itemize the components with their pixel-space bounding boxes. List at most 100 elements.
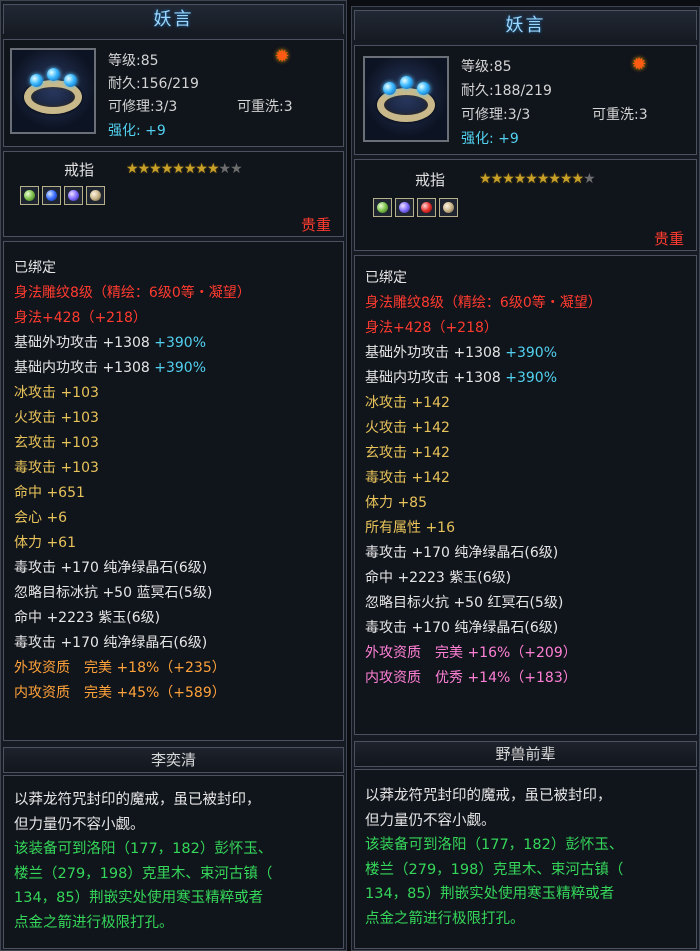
stat-line: 已绑定 (14, 260, 56, 276)
durability-label: 耐久:156/219 (108, 76, 199, 92)
stat-line: 基础外功攻击 +1308 +390% (14, 331, 337, 356)
star-empty-icon: ★ (218, 161, 232, 177)
stat-line: 身法+428（+218） (365, 320, 498, 336)
description-line: 该装备可到洛阳（177，182）彭怀玉、 (365, 837, 624, 853)
star-filled-icon: ★ (160, 161, 174, 177)
item-tooltip-right: 妖言 等级:85 耐久:188/219 可修理:3/3 可重洗:3 强化: +9… (351, 6, 700, 951)
star-rating: ★★★★★★★★★★ (126, 161, 243, 177)
violet-gem-socket-icon[interactable] (395, 198, 414, 217)
enhance-label: 强化: (108, 123, 141, 139)
stat-line: 身法雕纹8级（精绘：6级0等・凝望） (365, 295, 602, 311)
stat-line: 忽略目标火抗 +50 红冥石(5级) (365, 595, 564, 611)
ring-item-icon (363, 56, 449, 142)
header-panel: 等级:85 耐久:156/219 可修理:3/3 可重洗:3 强化: +9 ✹ (3, 39, 344, 147)
title-panel: 妖言 (3, 4, 344, 35)
item-title: 妖言 (4, 5, 343, 35)
stat-line: 火攻击 +103 (14, 410, 99, 426)
stat-bonus: +390% (154, 335, 207, 351)
stat-bonus: +390% (154, 360, 207, 376)
stat-base: 基础内功攻击 +1308 (365, 370, 501, 386)
stat-line: 毒攻击 +103 (14, 460, 99, 476)
green-gem-socket-icon[interactable] (373, 198, 392, 217)
stats-list: 已绑定 身法雕纹8级（精绘：6级0等・凝望） 身法+428（+218） 基础外功… (14, 256, 337, 706)
stat-line: 所有属性 +16 (365, 520, 455, 536)
stat-line: 外攻资质 完美 +18%（+235） (14, 660, 226, 676)
repair-label: 可修理:3/3 (108, 99, 178, 115)
stat-line: 体力 +61 (14, 535, 76, 551)
description-line: 点金之箭进行极限打孔。 (365, 910, 525, 927)
enhance-label: 强化: (461, 131, 494, 147)
stat-base: 基础外功攻击 +1308 (14, 335, 150, 351)
description-line: 楼兰（279，198）克里木、束河古镇（ (14, 865, 273, 882)
item-tooltip-left: 妖言 等级:85 耐久:156/219 可修理:3/3 可重洗:3 强化: +9… (0, 0, 347, 951)
stat-line: 毒攻击 +170 纯净绿晶石(6级) (365, 620, 559, 636)
description-line: 但力量仍不容小觑。 (14, 816, 145, 833)
stat-line: 毒攻击 +170 纯净绿晶石(6级) (365, 545, 559, 561)
stat-base: 基础外功攻击 +1308 (365, 345, 501, 361)
fire-emblem-icon: ✹ (631, 54, 647, 75)
stat-line: 玄攻击 +142 (365, 445, 450, 461)
author-name: 野兽前辈 (354, 741, 697, 767)
description-panel: 以莽龙符咒封印的魔戒，虽已被封印， 但力量仍不容小觑。 该装备可到洛阳（177，… (3, 775, 344, 949)
durability-label: 耐久:188/219 (461, 83, 552, 99)
stat-line: 毒攻击 +170 纯净绿晶石(6级) (14, 635, 208, 651)
stats-list: 已绑定 身法雕纹8级（精绘：6级0等・凝望） 身法+428（+218） 基础外功… (365, 266, 690, 691)
author-name: 李奕清 (3, 747, 344, 773)
star-rating: ★★★★★★★★★★ (479, 171, 596, 187)
rewash-label: 可重洗:3 (237, 99, 293, 115)
star-filled-icon: ★ (137, 161, 151, 177)
star-filled-icon: ★ (183, 161, 197, 177)
stat-line: 命中 +651 (14, 485, 85, 501)
description-panel: 以莽龙符咒封印的魔戒，虽已被封印， 但力量仍不容小觑。 该装备可到洛阳（177，… (354, 769, 697, 949)
stat-line: 体力 +85 (365, 495, 427, 511)
stat-line: 冰攻击 +142 (365, 395, 450, 411)
level-label: 等级:85 (461, 59, 512, 75)
item-title: 妖言 (355, 11, 696, 41)
star-filled-icon: ★ (172, 161, 185, 177)
description-line: 但力量仍不容小觑。 (365, 812, 496, 829)
description: 以莽龙符咒封印的魔戒，虽已被封印， 但力量仍不容小觑。 该装备可到洛阳（177，… (14, 788, 335, 935)
star-filled-icon: ★ (149, 161, 162, 177)
jade-gem-socket-icon[interactable] (86, 186, 105, 205)
stat-line: 毒攻击 +142 (365, 470, 450, 486)
red-gem-socket-icon[interactable] (417, 198, 436, 217)
description-line: 以莽龙符咒封印的魔戒，虽已被封印， (14, 792, 261, 808)
star-filled-icon: ★ (525, 171, 538, 187)
item-type-label: 戒指 (415, 171, 446, 189)
violet-gem-socket-icon[interactable] (64, 186, 83, 205)
stats-panel: 已绑定 身法雕纹8级（精绘：6级0等・凝望） 身法+428（+218） 基础外功… (3, 241, 344, 741)
star-empty-icon: ★ (230, 161, 243, 177)
stat-line: 火攻击 +142 (365, 420, 450, 436)
title-panel: 妖言 (354, 10, 697, 41)
blue-gem-socket-icon[interactable] (42, 186, 61, 205)
star-filled-icon: ★ (195, 161, 208, 177)
stat-line: 会心 +6 (14, 510, 68, 526)
repair-label: 可修理:3/3 (461, 107, 531, 123)
gem-sockets (373, 198, 458, 217)
star-filled-icon: ★ (502, 171, 515, 187)
description-line: 楼兰（279，198）克里木、束河古镇（ (365, 861, 624, 878)
item-type-label: 戒指 (64, 161, 95, 179)
gem-sockets (20, 186, 105, 205)
stat-line: 冰攻击 +103 (14, 385, 99, 401)
star-filled-icon: ★ (479, 171, 492, 187)
type-panel: 戒指 ★★★★★★★★★★ 贵重 (3, 151, 344, 237)
stat-bonus: +390% (505, 345, 558, 361)
stat-line: 身法雕纹8级（精绘：6级0等・凝望） (14, 285, 251, 301)
green-gem-socket-icon[interactable] (20, 186, 39, 205)
star-filled-icon: ★ (513, 171, 527, 187)
stat-line: 忽略目标冰抗 +50 蓝冥石(5级) (14, 585, 213, 601)
stat-line: 内攻资质 完美 +45%（+589） (14, 685, 226, 701)
star-filled-icon: ★ (548, 171, 561, 187)
enhance-line: 强化: +9 (108, 120, 166, 140)
jade-gem-socket-icon[interactable] (439, 198, 458, 217)
description-line: 以莽龙符咒封印的魔戒，虽已被封印， (365, 788, 612, 804)
stat-line: 已绑定 (365, 270, 407, 286)
stat-line: 命中 +2223 紫玉(6级) (14, 610, 161, 626)
header-panel: 等级:85 耐久:188/219 可修理:3/3 可重洗:3 强化: +9 ✹ (354, 45, 697, 155)
enhance-line: 强化: +9 (461, 128, 519, 148)
level-label: 等级:85 (108, 53, 159, 69)
stat-line: 基础内功攻击 +1308 +390% (14, 356, 337, 381)
star-filled-icon: ★ (559, 171, 573, 187)
rewash-label: 可重洗:3 (592, 107, 648, 123)
